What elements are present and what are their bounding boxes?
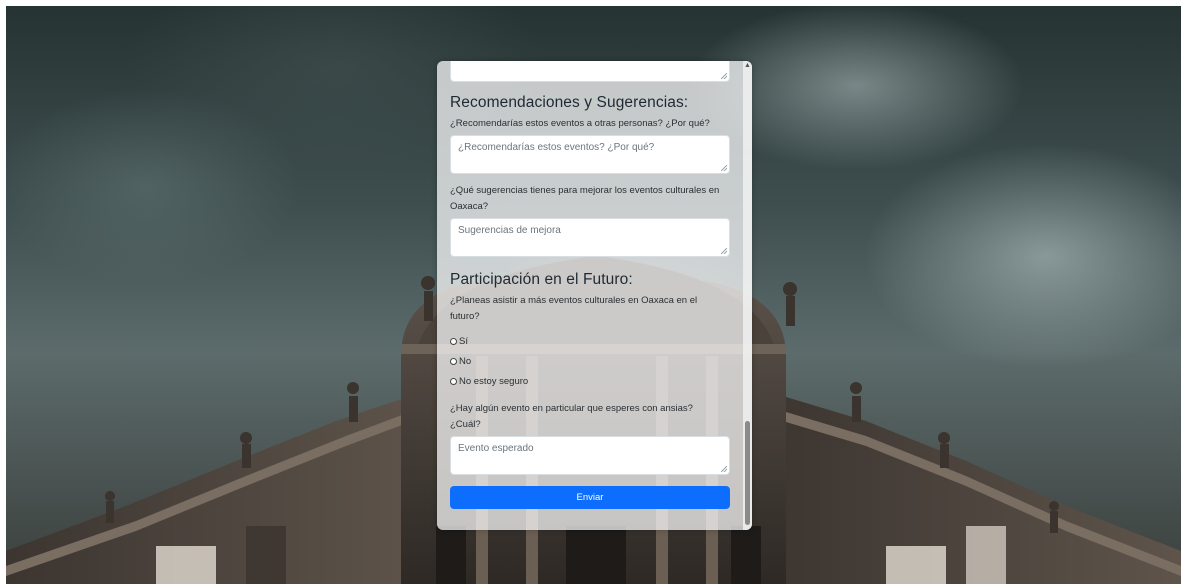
scroll-up-arrow-icon[interactable]: ▲ — [743, 61, 752, 71]
page: Recomendaciones y Sugerencias: ¿Recomend… — [0, 0, 1181, 584]
scrollbar-thumb[interactable] — [745, 421, 750, 525]
radio-label-si: Sí — [459, 335, 468, 347]
radio-option-si[interactable]: Sí — [450, 331, 730, 351]
radio-circle[interactable] — [450, 377, 457, 385]
recommend-placeholder: ¿Recomendarías estos eventos? ¿Por qué? — [458, 142, 655, 153]
radio-option-no[interactable]: No — [450, 351, 730, 371]
awaited-event-textarea[interactable]: Evento esperado — [450, 436, 730, 475]
survey-form-card: Recomendaciones y Sugerencias: ¿Recomend… — [437, 61, 752, 530]
suggestions-textarea[interactable]: Sugerencias de mejora — [450, 218, 730, 257]
attend-radio-group: Sí No No estoy seguro — [450, 331, 730, 391]
recommendations-section: Recomendaciones y Sugerencias: ¿Recomend… — [450, 94, 730, 257]
radio-circle[interactable] — [450, 357, 457, 365]
awaited-event-question-label: ¿Hay algún evento en particular que espe… — [450, 403, 693, 430]
form-scrollbar[interactable]: ▲ — [743, 61, 752, 530]
suggestions-question-label: ¿Qué sugerencias tienes para mejorar los… — [450, 185, 720, 212]
radio-circle[interactable] — [450, 337, 457, 345]
attend-question-label: ¿Planeas asistir a más eventos culturale… — [450, 295, 698, 322]
suggestions-placeholder: Sugerencias de mejora — [458, 225, 561, 236]
radio-label-no: No — [459, 355, 472, 367]
submit-button[interactable]: Enviar — [450, 486, 730, 509]
awaited-event-placeholder: Evento esperado — [458, 443, 534, 454]
recommend-textarea[interactable]: ¿Recomendarías estos eventos? ¿Por qué? — [450, 135, 730, 174]
radio-label-unsure: No estoy seguro — [459, 375, 529, 387]
radio-option-unsure[interactable]: No estoy seguro — [450, 371, 730, 391]
future-section: Participación en el Futuro: ¿Planeas asi… — [450, 271, 730, 509]
recommendations-title: Recomendaciones y Sugerencias: — [450, 94, 689, 111]
previous-textarea[interactable] — [450, 61, 730, 82]
recommend-question-label: ¿Recomendarías estos eventos a otras per… — [450, 118, 710, 129]
future-title: Participación en el Futuro: — [450, 271, 633, 288]
